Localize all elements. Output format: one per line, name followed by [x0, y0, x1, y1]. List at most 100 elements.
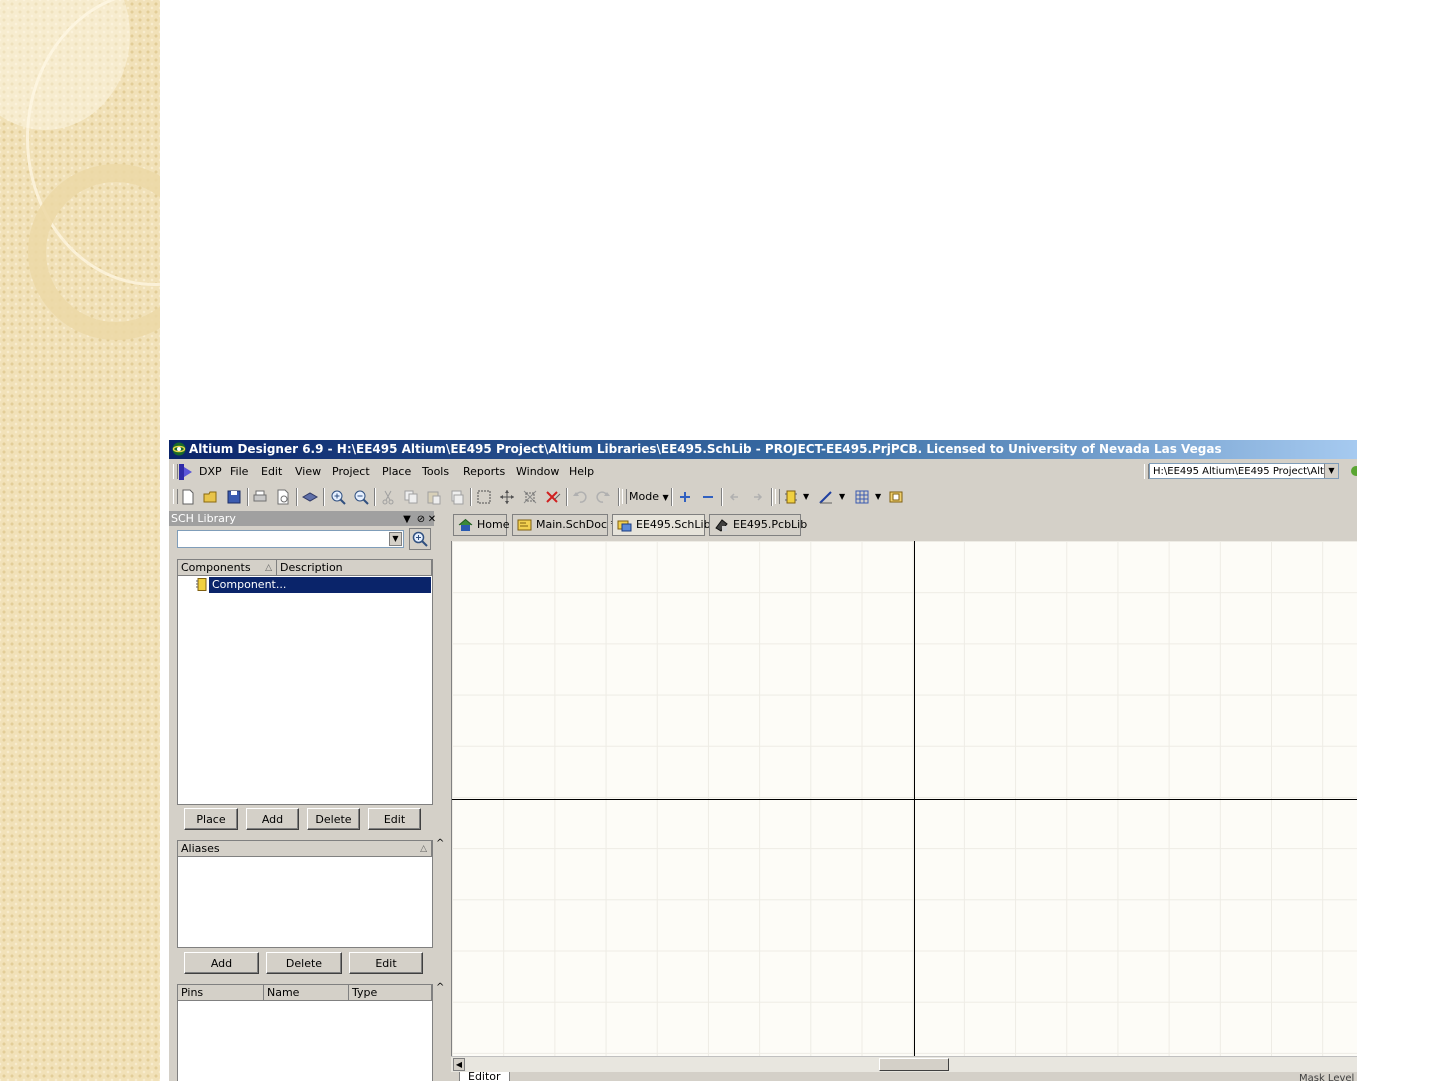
tab-label: Home	[477, 518, 510, 531]
editor-tab[interactable]: Editor	[459, 1072, 510, 1081]
menu-help[interactable]: Help	[569, 465, 594, 478]
add-button[interactable]: Add	[246, 808, 299, 830]
place-component-icon[interactable]	[782, 488, 800, 506]
menu-tools[interactable]: Tools	[422, 465, 449, 478]
toolbar-separator	[771, 488, 773, 506]
tab-ee495-schlib[interactable]: EE495.SchLib	[612, 514, 711, 536]
model-manager-icon[interactable]	[887, 488, 905, 506]
menu-file[interactable]: File	[230, 465, 248, 478]
component-icon	[196, 578, 207, 591]
clear-filter-icon[interactable]	[544, 488, 562, 506]
menu-place[interactable]: Place	[382, 465, 411, 478]
next-part-icon[interactable]	[749, 488, 767, 506]
zoom-search-button[interactable]	[409, 528, 431, 550]
mode-dropdown[interactable]: Mode ▼	[629, 490, 669, 503]
chevron-down-icon[interactable]: ▼	[875, 492, 881, 501]
chevron-down-icon[interactable]: ▼	[389, 532, 402, 546]
chevron-down-icon[interactable]: ▼	[839, 492, 845, 501]
scroll-left-icon[interactable]: ◀	[453, 1058, 465, 1071]
zoom-out-icon[interactable]	[352, 488, 370, 506]
description-header-label: Description	[280, 561, 343, 574]
copy-icon[interactable]	[402, 488, 420, 506]
horizontal-scrollbar[interactable]: ◀	[451, 1056, 1357, 1072]
alias-delete-button[interactable]: Delete	[266, 952, 342, 974]
collapse-pins-icon[interactable]: ^	[436, 982, 444, 993]
pins-list[interactable]: Pins Name Type	[177, 984, 433, 1081]
status-bar: Editor Mask Level	[451, 1072, 1357, 1081]
tab-ee495-pcblib[interactable]: EE495.PcbLib	[709, 514, 807, 536]
print-icon[interactable]	[251, 488, 269, 506]
components-list[interactable]: Components △ Description Component...	[177, 559, 433, 805]
aliases-list[interactable]: Aliases △	[177, 840, 433, 948]
open-folder-icon[interactable]	[202, 488, 220, 506]
print-preview-icon[interactable]	[274, 488, 292, 506]
type-column-header[interactable]: Type	[349, 985, 432, 1001]
place-button[interactable]: Place	[184, 808, 238, 830]
chevron-down-icon: ▼	[662, 493, 669, 502]
sch-library-panel: SCH Library ▼ ⊘ ✕ ▼ Components △ Descrip…	[169, 511, 444, 1081]
project-path-combo[interactable]: H:\EE495 Altium\EE495 Project\Altium ▼	[1149, 463, 1339, 479]
main-toolbar: Mode ▼ ▼ ▼ ▼	[169, 484, 911, 510]
dxp-icon[interactable]	[179, 464, 193, 480]
collapse-aliases-icon[interactable]: ^	[436, 838, 444, 849]
move-selection-icon[interactable]	[498, 488, 516, 506]
tab-label: EE495.PcbLib	[733, 518, 808, 531]
toolbar-grip[interactable]	[775, 489, 780, 504]
deselect-icon[interactable]	[521, 488, 539, 506]
component-filter-combo[interactable]: ▼	[177, 530, 404, 548]
schlib-icon	[617, 520, 632, 532]
previous-part-icon[interactable]	[726, 488, 744, 506]
list-item[interactable]: Component...	[209, 577, 431, 593]
add-part-icon[interactable]	[676, 488, 694, 506]
zoom-in-icon[interactable]	[329, 488, 347, 506]
cut-icon[interactable]	[379, 488, 397, 506]
new-document-icon[interactable]	[179, 488, 197, 506]
chevron-down-icon[interactable]: ▼	[803, 492, 809, 501]
panel-menu-icon[interactable]: ▼	[401, 512, 413, 527]
alias-edit-button[interactable]: Edit	[349, 952, 423, 974]
drawing-tools-icon[interactable]	[817, 488, 835, 506]
document-tabs: Home Main.SchDoc * EE495.SchLib EE495.Pc…	[451, 511, 1357, 539]
close-icon[interactable]: ✕	[426, 512, 438, 527]
navigate-go-icon[interactable]	[1351, 466, 1357, 476]
components-column-header[interactable]: Components △	[178, 560, 277, 576]
paste-icon[interactable]	[425, 488, 443, 506]
layers-icon[interactable]	[301, 488, 319, 506]
menu-view[interactable]: View	[295, 465, 321, 478]
rubber-stamp-icon[interactable]	[448, 488, 466, 506]
menu-edit[interactable]: Edit	[261, 465, 282, 478]
aliases-column-header[interactable]: Aliases △	[178, 841, 432, 857]
title-bar[interactable]: Altium Designer 6.9 - H:\EE495 Altium\EE…	[169, 440, 1357, 459]
sort-ascending-icon: △	[420, 844, 427, 854]
menu-dxp[interactable]: DXP	[199, 465, 222, 478]
chevron-down-icon[interactable]: ▼	[1324, 464, 1338, 478]
name-column-header[interactable]: Name	[264, 985, 349, 1001]
description-column-header[interactable]: Description	[277, 560, 432, 576]
undo-icon[interactable]	[571, 488, 589, 506]
grid-icon[interactable]	[853, 488, 871, 506]
tab-home[interactable]: Home	[453, 514, 510, 536]
save-icon[interactable]	[225, 488, 243, 506]
select-area-icon[interactable]	[475, 488, 493, 506]
toolbar-grip[interactable]	[173, 489, 178, 504]
menu-project[interactable]: Project	[332, 465, 370, 478]
menu-window[interactable]: Window	[516, 465, 559, 478]
delete-button[interactable]: Delete	[307, 808, 360, 830]
altium-window: Altium Designer 6.9 - H:\EE495 Altium\EE…	[169, 440, 1357, 1081]
alias-add-button[interactable]: Add	[184, 952, 259, 974]
panel-title-bar: SCH Library ▼ ⊘ ✕	[169, 511, 436, 527]
pins-column-header[interactable]: Pins	[178, 985, 264, 1001]
redo-icon[interactable]	[594, 488, 612, 506]
sort-ascending-icon: △	[265, 563, 272, 573]
tab-main-schdoc[interactable]: Main.SchDoc *	[512, 514, 616, 536]
mask-level-button[interactable]: Mask Level	[1299, 1073, 1354, 1081]
edit-button[interactable]: Edit	[368, 808, 421, 830]
menu-reports[interactable]: Reports	[463, 465, 505, 478]
toolbar-grip[interactable]	[622, 489, 627, 504]
scrollbar-thumb[interactable]	[879, 1058, 949, 1071]
magnifier-icon	[412, 531, 428, 547]
tab-label: EE495.SchLib	[636, 518, 711, 531]
menubar-grip[interactable]	[173, 464, 178, 479]
remove-part-icon[interactable]	[699, 488, 717, 506]
schematic-canvas[interactable]	[451, 541, 1357, 1056]
